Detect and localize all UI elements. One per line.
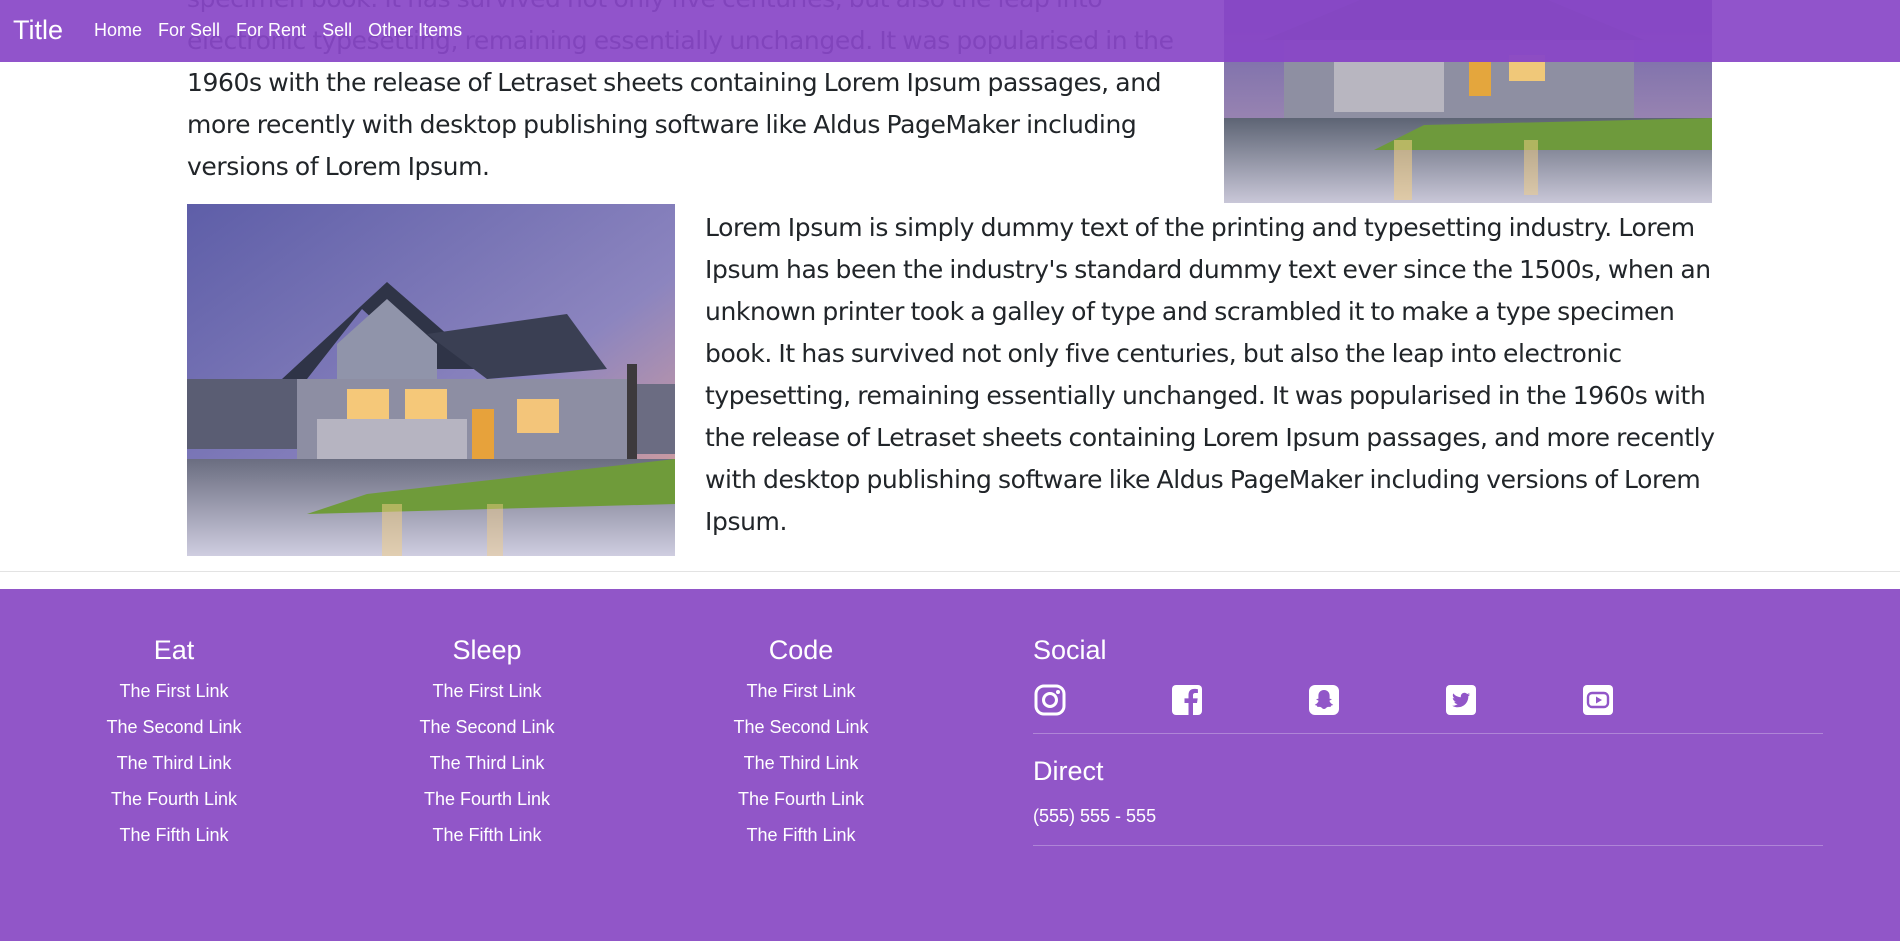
- footer-link[interactable]: The Second Link: [24, 715, 324, 739]
- house-photo: [187, 204, 675, 556]
- footer-column-code: Code The First Link The Second Link The …: [651, 633, 951, 859]
- nav-link-for-rent[interactable]: For Rent: [236, 19, 306, 41]
- direct-title: Direct: [1033, 756, 1104, 786]
- phone-number: (555) 555 - 555: [1033, 806, 1157, 826]
- footer-link[interactable]: The Fourth Link: [337, 787, 637, 811]
- footer-column-eat: Eat The First Link The Second Link The T…: [24, 633, 324, 859]
- nav-link-home[interactable]: Home: [94, 19, 142, 41]
- footer-column-title: Sleep: [452, 635, 522, 665]
- footer-link[interactable]: The Fifth Link: [24, 823, 324, 847]
- footer-link[interactable]: The Third Link: [337, 751, 637, 775]
- footer-link[interactable]: The Fourth Link: [651, 787, 951, 811]
- footer-column-title: Code: [768, 635, 834, 665]
- youtube-icon[interactable]: [1581, 683, 1615, 717]
- nav-link-sell[interactable]: Sell: [322, 19, 352, 41]
- footer-link[interactable]: The First Link: [651, 679, 951, 703]
- footer-social: Social Direct (555) 555 - 555: [1033, 633, 1823, 846]
- top-navbar: Title Home For Sell For Rent Sell Other …: [0, 0, 1900, 62]
- footer-link[interactable]: The Second Link: [337, 715, 637, 739]
- footer-link[interactable]: The Fourth Link: [24, 787, 324, 811]
- instagram-icon[interactable]: [1033, 683, 1067, 717]
- twitter-icon[interactable]: [1444, 683, 1478, 717]
- nav-link-for-sell[interactable]: For Sell: [158, 19, 220, 41]
- footer-column-sleep: Sleep The First Link The Second Link The…: [337, 633, 637, 859]
- footer: Eat The First Link The Second Link The T…: [0, 589, 1900, 941]
- footer-divider: [1033, 845, 1823, 846]
- footer-link[interactable]: The Fifth Link: [651, 823, 951, 847]
- facebook-icon[interactable]: [1170, 683, 1204, 717]
- social-icons: [1033, 683, 1823, 721]
- footer-link[interactable]: The Third Link: [24, 751, 324, 775]
- footer-link[interactable]: The Fifth Link: [337, 823, 637, 847]
- footer-divider: [1033, 733, 1823, 734]
- brand-title[interactable]: Title: [13, 14, 63, 46]
- footer-link[interactable]: The First Link: [24, 679, 324, 703]
- footer-column-title: Eat: [153, 635, 195, 665]
- footer-link[interactable]: The Second Link: [651, 715, 951, 739]
- snapchat-icon[interactable]: [1307, 683, 1341, 717]
- nav-links: Home For Sell For Rent Sell Other Items: [94, 19, 478, 41]
- nav-link-other-items[interactable]: Other Items: [368, 19, 462, 41]
- paragraph-main: Lorem Ipsum is simply dummy text of the …: [705, 213, 1715, 536]
- main-content: specimen book. It has survived not only …: [0, 0, 1900, 571]
- social-title: Social: [1033, 635, 1107, 665]
- content-divider: [0, 571, 1900, 572]
- footer-link[interactable]: The First Link: [337, 679, 637, 703]
- footer-link[interactable]: The Third Link: [651, 751, 951, 775]
